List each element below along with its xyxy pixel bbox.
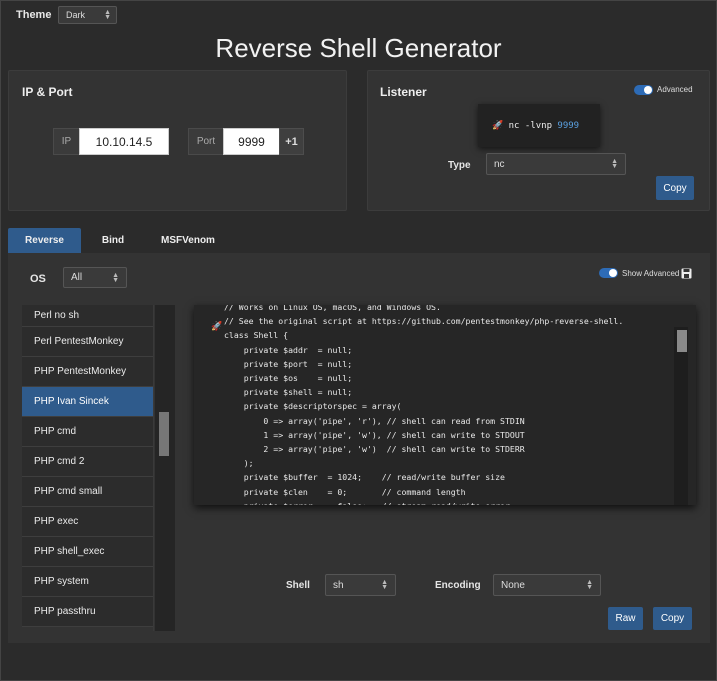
listener-command-text: nc -lvnp [508,121,552,131]
rocket-icon: 🚀 [211,321,223,331]
ip-addon-label: IP [53,128,80,155]
shell-select-value: sh [333,579,344,591]
list-item[interactable]: PHP PentestMonkey [22,357,153,387]
listener-card: Listener Advanced 🚀 nc -lvnp 9999 Type n… [367,70,710,211]
port-increment-button[interactable]: +1 [279,128,304,155]
listener-command[interactable]: 🚀 nc -lvnp 9999 [478,104,600,147]
chevron-updown-icon: ▲ ▼ [112,271,119,284]
code-line: private $descriptorspec = array( [224,401,402,412]
encoding-select[interactable]: None ▲ ▼ [493,574,601,596]
code-line: // Works on Linux OS, macOS, and Windows… [224,305,441,312]
ip-input[interactable]: 10.10.14.5 [79,128,169,155]
code-line: private $error = false; // stream read/w… [224,499,623,505]
list-item[interactable]: PHP cmd [22,417,153,447]
list-item[interactable]: PHP exec [22,507,153,537]
ip-port-card: IP & Port IP 10.10.14.5 Port 9999 +1 [8,70,347,211]
page-title: Reverse Shell Generator [215,33,502,63]
listener-copy-button[interactable]: Copy [656,176,694,200]
list-item[interactable]: Perl no sh [22,305,153,327]
os-select-value: All [71,272,83,283]
rocket-icon: 🚀 [492,121,504,131]
code-line: class Shell { [224,330,289,341]
listener-type-label: Type [448,160,471,171]
list-item[interactable]: PHP shell_exec [22,537,153,567]
theme-label: Theme [16,9,52,21]
list-item[interactable]: PHP system [22,567,153,597]
shell-list-scroll-thumb[interactable] [159,412,169,456]
port-addon-label: Port [188,128,224,155]
os-select[interactable]: All ▲ ▼ [63,267,127,288]
port-input[interactable]: 9999 [223,128,280,155]
theme-select[interactable]: Dark ▲ ▼ [58,6,117,24]
code-line: private $shell = null; [224,387,353,398]
code-line: private $clen = 0; // command length [224,486,466,497]
chevron-updown-icon: ▲ ▼ [586,579,593,591]
theme-select-value: Dark [66,10,86,20]
list-item[interactable]: PHP cmd small [22,477,153,507]
list-item[interactable]: PHP passthru [22,597,153,627]
code-line: // See the original script at https://gi… [224,316,624,327]
code-line: private $buffer = 1024; // read/write bu… [224,472,505,483]
tab-reverse[interactable]: Reverse [8,228,81,253]
code-scroll-thumb[interactable] [677,330,687,352]
tab-bind[interactable]: Bind [94,228,132,253]
code-scrollbar[interactable] [674,327,688,505]
tab-msfvenom[interactable]: MSFVenom [156,228,220,253]
listener-command-port: 9999 [557,121,580,131]
code-line: 0 => array('pipe', 'r'), // shell can re… [224,415,525,426]
list-item[interactable]: Perl PentestMonkey [22,327,153,357]
os-label: OS [30,273,46,285]
code-line: private $addr = null; [224,344,353,355]
list-item[interactable]: PHP cmd 2 [22,447,153,477]
code-line: ); [224,458,254,469]
ip-port-title: IP & Port [22,85,73,99]
shell-list-scrollbar[interactable] [155,305,175,631]
advanced-label: Advanced [657,85,693,94]
encoding-select-value: None [501,579,525,591]
shell-select[interactable]: sh ▲ ▼ [325,574,396,596]
chevron-updown-icon: ▲ ▼ [381,579,388,591]
code-line: 2 => array('pipe', 'w') // shell can wri… [224,444,525,455]
raw-button[interactable]: Raw [608,607,643,630]
copy-button[interactable]: Copy [653,607,692,630]
code-output[interactable]: // Works on Linux OS, macOS, and Windows… [194,305,696,505]
shell-list: Perl no sh Perl PentestMonkey PHP PentestM… [22,305,154,631]
encoding-label: Encoding [435,580,481,591]
list-item[interactable]: PHP Ivan Sincek [22,387,153,417]
chevron-updown-icon: ▲ ▼ [104,9,111,21]
code-text: // Works on Linux OS, macOS, and Windows… [224,305,623,505]
show-advanced-toggle[interactable] [599,268,618,278]
chevron-updown-icon: ▲ ▼ [611,158,618,170]
shell-label: Shell [286,580,310,591]
advanced-toggle[interactable] [634,85,653,95]
listener-type-select[interactable]: nc ▲ ▼ [486,153,626,175]
code-line: 1 => array('pipe', 'w'), // shell can wr… [224,429,525,440]
show-advanced-label: Show Advanced [622,269,680,278]
listener-title: Listener [380,85,427,99]
listener-type-value: nc [494,158,505,170]
code-line: private $port = null; [224,358,353,369]
code-line: private $os = null; [224,373,353,384]
save-icon[interactable] [681,268,692,279]
